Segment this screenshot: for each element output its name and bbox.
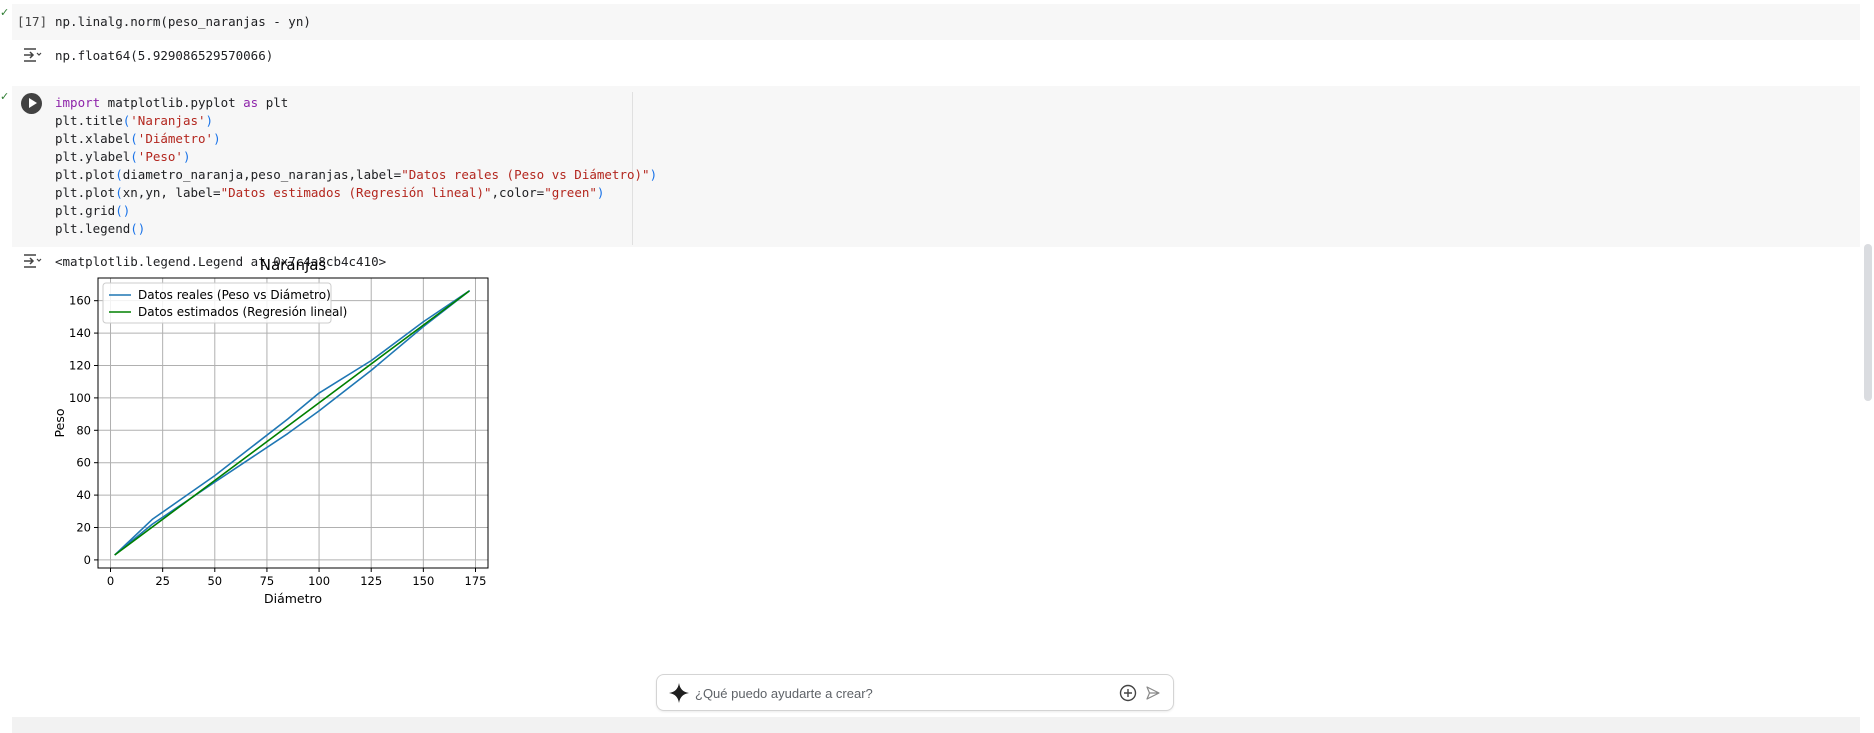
- legend-label: Datos estimados (Regresión lineal): [138, 305, 347, 319]
- matplotlib-figure: 0 25 50 75 100 125 150 175 0 20 40 60 80 100 120 140 160…: [55, 256, 489, 606]
- legend-label: Datos reales (Peso vs Diámetro): [138, 288, 331, 302]
- execution-count: [17]: [17, 14, 48, 29]
- code-line[interactable]: plt.ylabel('Peso'): [55, 148, 190, 166]
- x-tick-label: 175: [465, 574, 487, 588]
- x-tick-label: 100: [308, 574, 330, 588]
- x-tick-label: 75: [260, 574, 275, 588]
- code-line[interactable]: plt.title('Naranjas'): [55, 112, 213, 130]
- y-tick-label: 140: [69, 326, 91, 340]
- y-tick-label: 80: [76, 423, 91, 437]
- x-tick-label: 0: [107, 574, 114, 588]
- y-tick-label: 60: [76, 456, 91, 470]
- chart-legend: Datos reales (Peso vs Diámetro) Datos est…: [102, 282, 347, 324]
- add-circle-icon[interactable]: [1119, 684, 1137, 702]
- code-line[interactable]: plt.plot(diametro_naranja,peso_naranjas,…: [55, 166, 657, 184]
- run-cell-button[interactable]: [21, 93, 42, 114]
- y-tick-label: 100: [69, 391, 91, 405]
- x-tick-label: 150: [412, 574, 434, 588]
- x-axis-label: Diámetro: [264, 591, 322, 606]
- x-tick-label: 25: [155, 574, 170, 588]
- y-tick-label: 20: [76, 520, 91, 534]
- sparkle-icon: [669, 683, 689, 703]
- y-tick-label: 120: [69, 358, 91, 372]
- chart-title: Naranjas: [260, 256, 327, 274]
- y-tick-label: 40: [76, 488, 91, 502]
- next-cell-strip: [12, 717, 1860, 733]
- code-line[interactable]: plt.grid(): [55, 202, 130, 220]
- prompt-input[interactable]: [695, 683, 1075, 703]
- cell-output-text: np.float64(5.929086529570066): [55, 48, 274, 63]
- send-icon[interactable]: [1145, 685, 1161, 701]
- code-text: np.linalg.norm(peso_naranjas - yn): [55, 14, 311, 29]
- y-tick-label: 160: [69, 294, 91, 308]
- code-line[interactable]: plt.xlabel('Diámetro'): [55, 130, 221, 148]
- series-line-2: [114, 290, 470, 556]
- output-toggle-icon[interactable]: [22, 47, 42, 63]
- y-axis-label: Peso: [55, 409, 67, 438]
- scrollbar-thumb[interactable]: [1864, 244, 1872, 401]
- x-tick-label: 125: [360, 574, 382, 588]
- output-toggle-icon[interactable]: [22, 253, 42, 269]
- executed-check-icon: ✓: [0, 7, 10, 19]
- code-line[interactable]: plt.legend(): [55, 220, 145, 238]
- y-tick-label: 0: [84, 553, 91, 567]
- ai-prompt-bar[interactable]: [656, 674, 1174, 711]
- code-line[interactable]: np.linalg.norm(peso_naranjas - yn): [55, 13, 311, 31]
- code-line[interactable]: plt.plot(xn,yn, label="Datos estimados (…: [55, 184, 604, 202]
- x-tick-label: 50: [207, 574, 222, 588]
- code-line[interactable]: import matplotlib.pyplot as plt: [55, 94, 288, 112]
- executed-check-icon: ✓: [0, 91, 10, 103]
